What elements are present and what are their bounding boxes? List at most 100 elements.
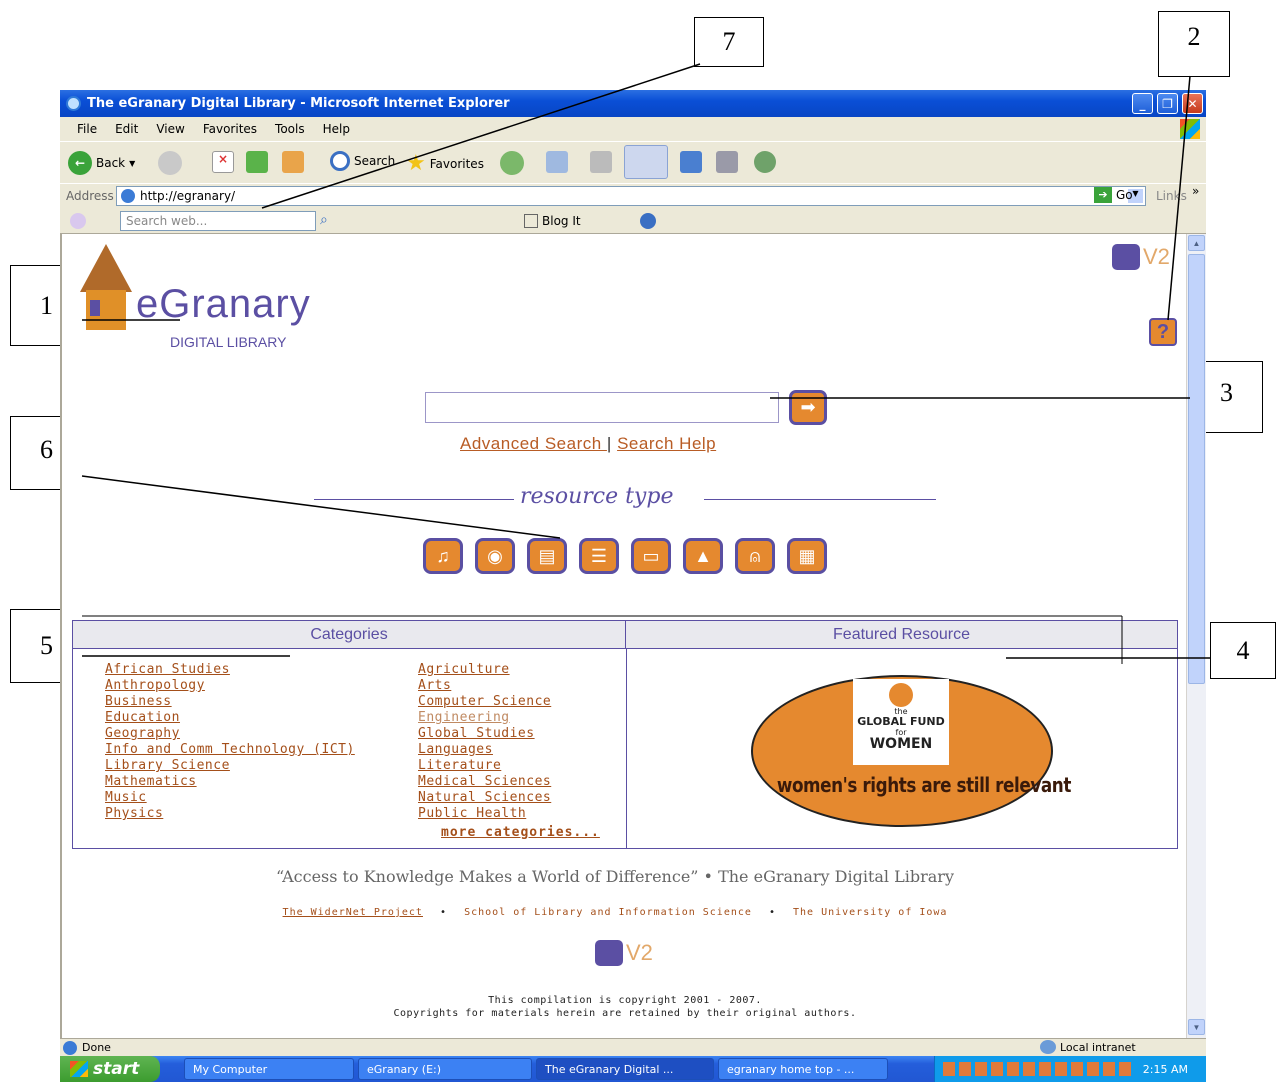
category-link[interactable]: Medical Sciences (418, 774, 551, 790)
forward-button[interactable] (158, 151, 182, 175)
help-circle-icon[interactable] (640, 213, 656, 229)
search-submit-button[interactable]: ➡ (789, 390, 827, 425)
menu-file[interactable]: File (68, 122, 106, 136)
mail-button[interactable] (546, 151, 568, 173)
scroll-thumb[interactable] (1188, 254, 1205, 684)
graduation-cap-icon[interactable]: ▲ (683, 538, 723, 574)
callout-2: 2 (1158, 11, 1230, 77)
category-link[interactable]: Engineering (418, 710, 551, 726)
refresh-icon (246, 151, 268, 173)
newspaper-icon[interactable]: ▤ (527, 538, 567, 574)
menu-help[interactable]: Help (314, 122, 359, 136)
callout-7: 7 (694, 17, 764, 67)
category-link[interactable]: African Studies (105, 662, 355, 678)
category-link[interactable]: Languages (418, 742, 551, 758)
widernet-link[interactable]: The WiderNet Project (283, 907, 423, 918)
vertical-scrollbar[interactable]: ▲ ▼ (1186, 234, 1206, 1038)
start-button[interactable]: start (60, 1056, 160, 1082)
category-link[interactable]: Agriculture (418, 662, 551, 678)
address-input[interactable]: http://egranary/ ▼ (116, 186, 1146, 206)
task-egranary-drive[interactable]: eGranary (E:) (358, 1058, 532, 1080)
category-link[interactable]: Literature (418, 758, 551, 774)
category-link[interactable]: Natural Sciences (418, 790, 551, 806)
v2-badge-top[interactable]: V2 (1112, 244, 1170, 270)
menu-favorites[interactable]: Favorites (194, 122, 266, 136)
featured-resource-banner[interactable]: the GLOBAL FUND for WOMEN women's rights… (751, 675, 1071, 827)
resource-type-divider-left (314, 499, 514, 500)
task-my-computer[interactable]: My Computer (184, 1058, 354, 1080)
v2-badge-bottom[interactable]: V2 (595, 940, 653, 966)
link-separator: | (606, 434, 612, 453)
menu-bar: File Edit View Favorites Tools Help (60, 117, 1206, 141)
messenger-button[interactable] (624, 145, 668, 179)
film-icon[interactable]: ▦ (787, 538, 827, 574)
clock: 2:15 AM (1142, 1062, 1188, 1076)
menu-tools[interactable]: Tools (266, 122, 314, 136)
yahoo-icon[interactable] (70, 213, 86, 229)
menu-edit[interactable]: Edit (106, 122, 147, 136)
category-link[interactable]: Global Studies (418, 726, 551, 742)
search-help-link[interactable]: Search Help (617, 434, 716, 453)
category-link[interactable]: Library Science (105, 758, 355, 774)
category-link[interactable]: Arts (418, 678, 551, 694)
edit-button[interactable] (680, 151, 702, 173)
links-button[interactable]: Links (1156, 189, 1187, 203)
address-bar: Address http://egranary/ ▼ ➔ Go Links » (60, 184, 1206, 208)
search-button[interactable]: Search (330, 151, 395, 171)
university-iowa-link[interactable]: The University of Iowa (793, 907, 947, 918)
category-link[interactable]: Anthropology (105, 678, 355, 694)
task-egranary-browser[interactable]: The eGranary Digital ... (536, 1058, 714, 1080)
stop-button[interactable]: × (212, 151, 234, 173)
mouse-icon[interactable]: ⍝ (735, 538, 775, 574)
users-button[interactable] (754, 151, 776, 173)
book-icon[interactable]: ▭ (631, 538, 671, 574)
category-link[interactable]: Physics (105, 806, 355, 822)
slis-link[interactable]: School of Library and Information Scienc… (464, 907, 752, 918)
eye-icon[interactable]: ◉ (475, 538, 515, 574)
footer-links: The WiderNet Project • School of Library… (62, 907, 1168, 918)
favorites-button[interactable]: ★ Favorites (406, 151, 484, 176)
search-web-go-icon[interactable]: ⌕ (320, 212, 328, 228)
ie-icon (66, 96, 81, 111)
scroll-up-icon[interactable]: ▲ (1188, 235, 1205, 251)
category-link[interactable]: Computer Science (418, 694, 551, 710)
category-link[interactable]: Education (105, 710, 355, 726)
egranary-logo[interactable]: eGranary DIGITAL LIBRARY (78, 242, 328, 350)
more-categories-link[interactable]: more categories... (441, 825, 600, 840)
category-link[interactable]: Business (105, 694, 355, 710)
site-search-input[interactable] (425, 392, 779, 423)
category-link[interactable]: Public Health (418, 806, 551, 822)
blog-it-button[interactable]: Blog It (524, 214, 581, 228)
refresh-button[interactable] (246, 151, 268, 173)
home-icon (282, 151, 304, 173)
history-button[interactable] (500, 151, 524, 175)
scroll-down-icon[interactable]: ▼ (1188, 1019, 1205, 1035)
advanced-search-link[interactable]: Advanced Search (460, 434, 607, 453)
page-icon (121, 189, 135, 203)
research-button[interactable] (716, 151, 738, 173)
search-web-input[interactable]: Search web... (120, 211, 316, 231)
minimize-button[interactable]: _ (1132, 93, 1153, 114)
tray-icons[interactable] (943, 1062, 1133, 1076)
category-link[interactable]: Geography (105, 726, 355, 742)
help-button[interactable]: ? (1149, 318, 1177, 346)
category-link[interactable]: Music (105, 790, 355, 806)
books-icon[interactable]: ☰ (579, 538, 619, 574)
print-button[interactable] (590, 151, 612, 173)
close-button[interactable]: ✕ (1182, 93, 1203, 114)
music-icon[interactable]: ♫ (423, 538, 463, 574)
category-link[interactable]: Mathematics (105, 774, 355, 790)
category-link[interactable]: Info and Comm Technology (ICT) (105, 742, 355, 758)
chevron-right-icon[interactable]: » (1192, 184, 1199, 198)
maximize-button[interactable]: ❐ (1157, 93, 1178, 114)
search-links: Advanced Search | Search Help (460, 434, 716, 454)
intranet-icon (1040, 1040, 1056, 1054)
go-button[interactable]: ➔ Go (1094, 187, 1133, 203)
globe-icon (889, 683, 913, 707)
resource-type-divider-right (704, 499, 936, 500)
task-egranary-home-top[interactable]: egranary home top - ... (718, 1058, 888, 1080)
home-button[interactable] (282, 151, 304, 173)
menu-view[interactable]: View (147, 122, 193, 136)
back-button[interactable]: ← Back ▼ (68, 151, 135, 175)
search-toolbar: Search web... ⌕ Blog It (60, 208, 1206, 234)
